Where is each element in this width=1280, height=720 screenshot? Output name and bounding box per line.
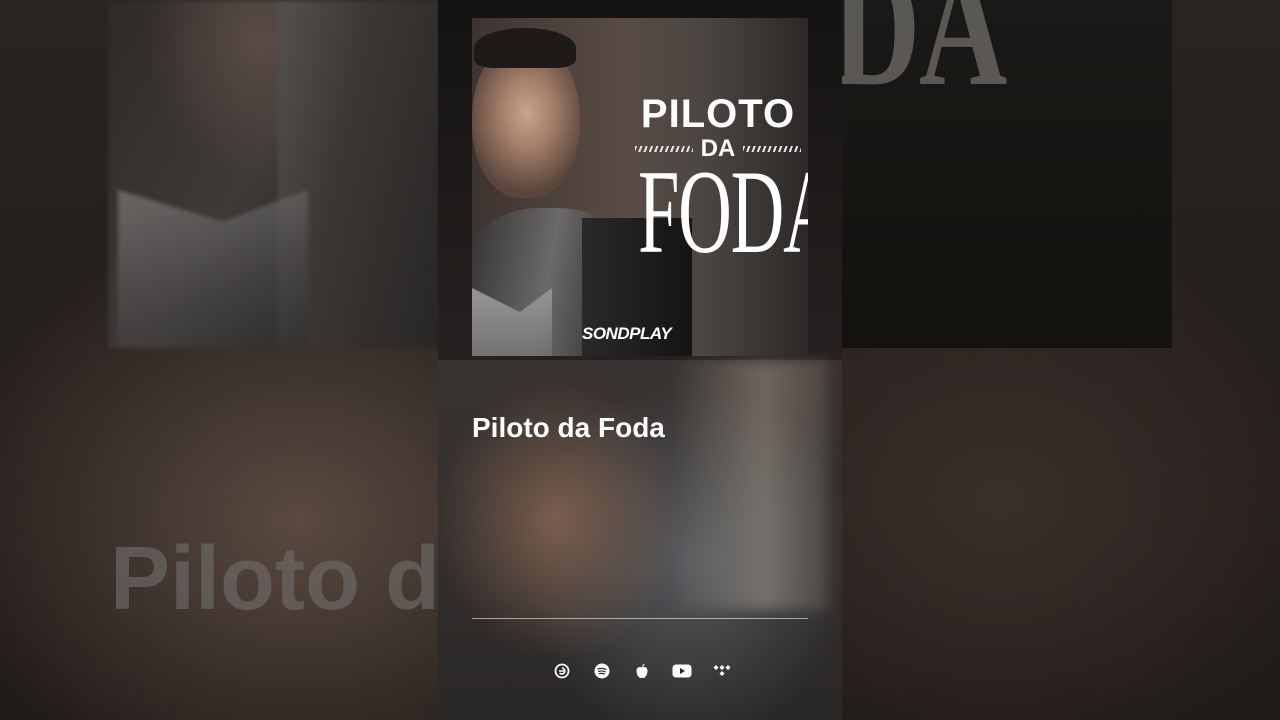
tidal-icon[interactable] bbox=[712, 661, 732, 681]
blurred-cover-left bbox=[108, 0, 440, 348]
apple-music-icon[interactable] bbox=[632, 661, 652, 681]
blurred-cover-word: DA bbox=[832, 0, 1007, 121]
cover-title-line3: FODA bbox=[638, 145, 808, 278]
divider bbox=[472, 618, 808, 619]
platform-icons bbox=[552, 660, 732, 682]
card-glow bbox=[668, 360, 828, 610]
spotify-icon[interactable] bbox=[592, 661, 612, 681]
youtube-icon[interactable] bbox=[672, 661, 692, 681]
album-cover[interactable]: PILOTO DA FODA SONDPLAY bbox=[472, 18, 808, 356]
track-title: Piloto da Foda bbox=[472, 412, 665, 443]
blurred-cover-right: DA bbox=[832, 0, 1172, 348]
cover-hair bbox=[474, 28, 576, 68]
custom-platform-icon[interactable] bbox=[552, 661, 572, 681]
blurred-title: Piloto d bbox=[110, 529, 440, 629]
blurred-shirt bbox=[118, 190, 308, 348]
cover-title-line1: PILOTO bbox=[640, 92, 796, 136]
label-logo: SONDPLAY bbox=[582, 324, 672, 343]
